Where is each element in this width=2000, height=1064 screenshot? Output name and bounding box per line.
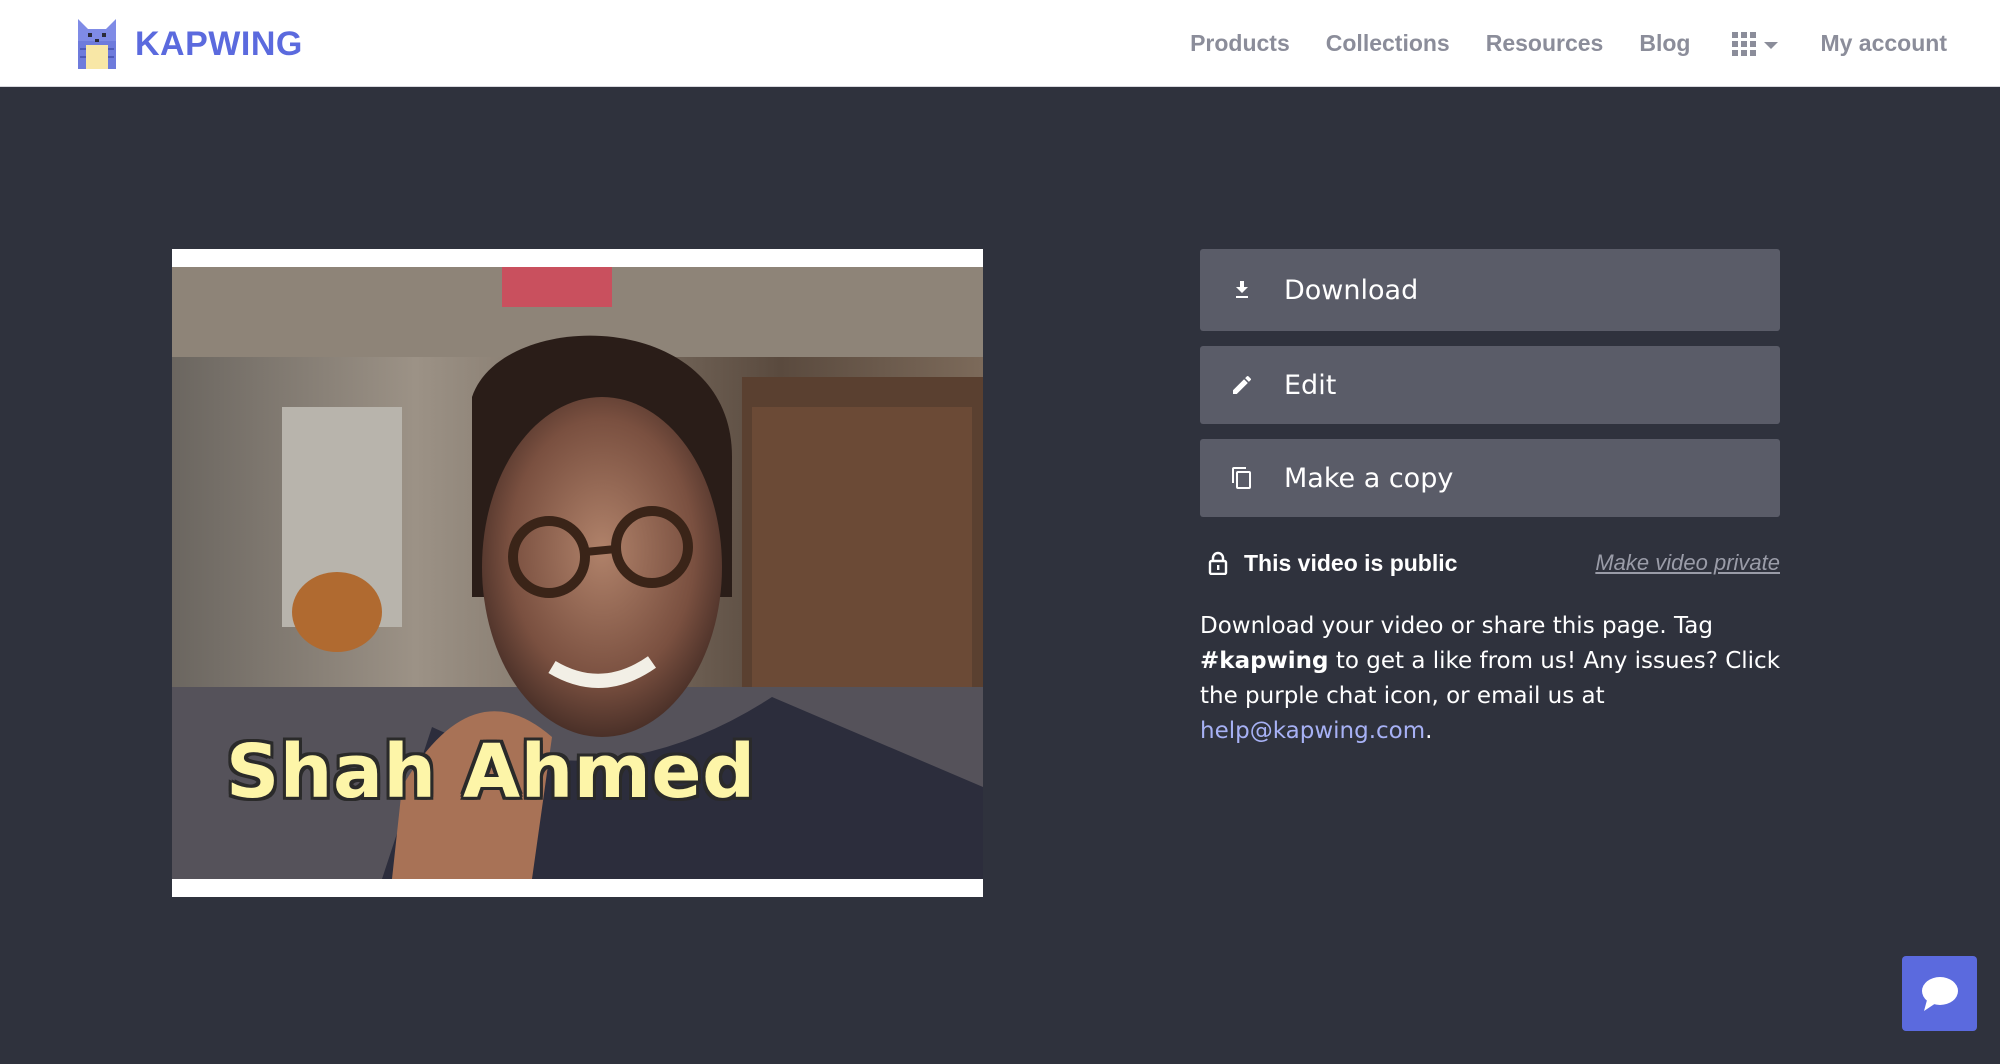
download-icon (1230, 278, 1254, 302)
download-button[interactable]: Download (1200, 249, 1780, 331)
video-player[interactable]: Shah Ahmed (172, 249, 983, 897)
edit-label: Edit (1284, 369, 1337, 401)
privacy-row: This video is public Make video private (1208, 548, 1780, 578)
nav-my-account[interactable]: My account (1820, 30, 1947, 57)
chat-button[interactable] (1902, 956, 1977, 1031)
apps-grid-icon (1732, 31, 1757, 56)
support-email-link[interactable]: help@kapwing.com (1200, 718, 1425, 744)
info-text-1: Download your video or share this page. … (1200, 613, 1713, 639)
lock-icon (1208, 551, 1228, 575)
nav-blog[interactable]: Blog (1639, 30, 1690, 57)
main-nav: Products Collections Resources Blog My a… (1190, 0, 1947, 87)
share-info-text: Download your video or share this page. … (1200, 609, 1790, 749)
download-label: Download (1284, 274, 1419, 306)
nav-resources[interactable]: Resources (1486, 30, 1604, 57)
action-panel: Download Edit Make a copy (1200, 249, 1780, 532)
video-caption: Shah Ahmed (226, 729, 756, 815)
nav-collections[interactable]: Collections (1326, 30, 1450, 57)
kapwing-logo[interactable]: KAPWING (78, 19, 303, 69)
make-copy-button[interactable]: Make a copy (1200, 439, 1780, 517)
make-copy-label: Make a copy (1284, 462, 1454, 494)
kapwing-hashtag: #kapwing (1200, 648, 1329, 674)
brand-name: KAPWING (135, 24, 303, 63)
video-thumbnail: Shah Ahmed (172, 267, 983, 879)
kapwing-cat-icon (78, 19, 116, 69)
apps-menu-button[interactable] (1732, 31, 1779, 56)
top-header: KAPWING Products Collections Resources B… (0, 0, 2000, 87)
nav-products[interactable]: Products (1190, 30, 1290, 57)
edit-button[interactable]: Edit (1200, 346, 1780, 424)
make-video-private-link[interactable]: Make video private (1595, 550, 1780, 576)
pencil-icon (1230, 373, 1254, 397)
chat-bubble-icon (1921, 976, 1958, 1011)
copy-icon (1230, 466, 1254, 490)
info-text-3: . (1425, 718, 1433, 744)
privacy-status: This video is public (1244, 549, 1458, 576)
caret-down-icon (1764, 42, 1779, 49)
